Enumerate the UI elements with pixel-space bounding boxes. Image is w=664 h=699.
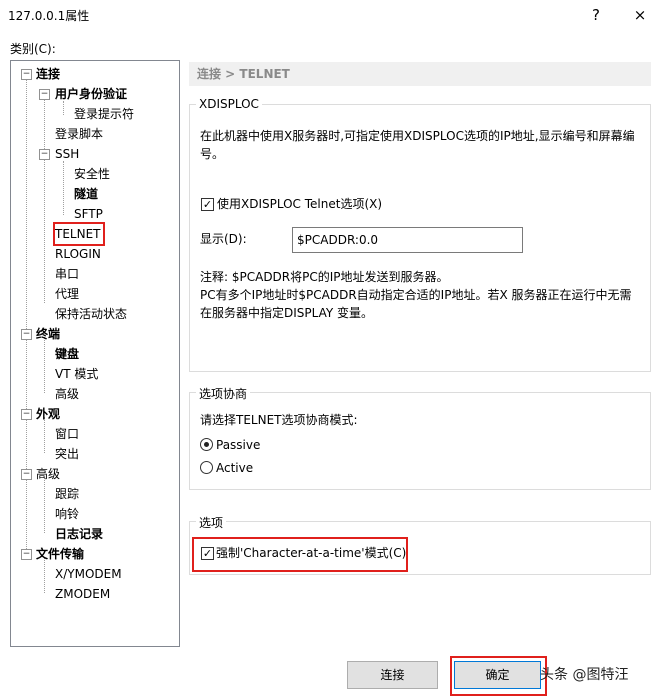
- tree-item-connection[interactable]: 连接: [36, 65, 60, 83]
- xdisploc-note: 注释: $PCADDR将PC的IP地址发送到服务器。: [200, 270, 449, 284]
- xdisploc-description: 在此机器中使用X服务器时,可指定使用XDISPLOC选项的IP地址,显示编号和屏…: [200, 129, 635, 143]
- tree-item-trace[interactable]: 跟踪: [55, 485, 79, 503]
- collapse-icon[interactable]: −: [39, 149, 50, 160]
- tree-item-keyboard[interactable]: 键盘: [55, 345, 79, 363]
- collapse-icon[interactable]: −: [21, 69, 32, 80]
- tree-item-tunnel[interactable]: 隧道: [74, 185, 98, 203]
- xdisploc-description: 号。: [200, 147, 225, 161]
- tree-item-appearance[interactable]: 外观: [36, 405, 60, 423]
- title-bar: 127.0.0.1属性 ? ×: [0, 0, 664, 30]
- tree-item-terminal[interactable]: 终端: [36, 325, 60, 343]
- collapse-icon[interactable]: −: [21, 409, 32, 420]
- tree-line: [44, 97, 45, 303]
- display-input[interactable]: $PCADDR:0.0: [292, 227, 523, 253]
- xdisploc-note: PC有多个IP地址时$PCADDR自动指定合适的IP地址。若X 服务器正在运行中…: [200, 288, 632, 302]
- tree-item-serial[interactable]: 串口: [55, 265, 79, 283]
- tree-item-terminal-advanced[interactable]: 高级: [55, 385, 79, 403]
- active-radio[interactable]: [200, 461, 213, 474]
- tree-item-ssh[interactable]: SSH: [55, 145, 79, 163]
- tree-item-user-auth[interactable]: 用户身份验证: [55, 85, 127, 103]
- help-button[interactable]: ?: [574, 2, 618, 28]
- tree-item-advanced[interactable]: 高级: [36, 465, 60, 483]
- tree-line: [44, 337, 45, 393]
- tree-item-vt-mode[interactable]: VT 模式: [55, 365, 98, 383]
- tree-item-proxy[interactable]: 代理: [55, 285, 79, 303]
- tree-item-highlight[interactable]: 突出: [55, 445, 79, 463]
- xdisploc-checkbox-label[interactable]: 使用XDISPLOC Telnet选项(X): [217, 195, 382, 213]
- tree-line: [63, 161, 64, 215]
- tree-item-window[interactable]: 窗口: [55, 425, 79, 443]
- tree-item-security[interactable]: 安全性: [74, 165, 110, 183]
- collapse-icon[interactable]: −: [21, 549, 32, 560]
- tree-item-bell[interactable]: 响铃: [55, 505, 79, 523]
- radio-dot: [204, 442, 209, 447]
- tree-item-xymodem[interactable]: X/YMODEM: [55, 565, 122, 583]
- xdisploc-note: 在服务器中指定DISPLAY 变量。: [200, 306, 374, 320]
- tree-item-zmodem[interactable]: ZMODEM: [55, 585, 110, 603]
- collapse-icon[interactable]: −: [21, 469, 32, 480]
- tree-line: [44, 477, 45, 533]
- char-at-a-time-checkbox[interactable]: ✓: [201, 547, 214, 560]
- ok-button[interactable]: 确定: [454, 661, 541, 689]
- window-title: 127.0.0.1属性: [8, 9, 90, 23]
- negotiation-prompt: 请选择TELNET选项协商模式:: [200, 413, 358, 427]
- category-tree[interactable]: − − − − − − − 连接 用户身份验证 登录提示符 登录脚本 SSH 安…: [10, 60, 180, 647]
- tree-item-file-transfer[interactable]: 文件传输: [36, 545, 84, 563]
- options-group-title: 选项: [196, 514, 227, 531]
- active-label[interactable]: Active: [216, 459, 253, 477]
- watermark: 头条 @图特汪: [540, 667, 629, 683]
- tree-item-login-script[interactable]: 登录脚本: [55, 125, 103, 143]
- tree-item-keepalive[interactable]: 保持活动状态: [55, 305, 127, 323]
- negotiation-group-title: 选项协商: [196, 385, 251, 402]
- close-button[interactable]: ×: [618, 2, 662, 28]
- char-at-a-time-label[interactable]: 强制'Character-at-a-time'模式(C): [216, 544, 406, 562]
- xdisploc-group-title: XDISPLOC: [196, 97, 262, 111]
- category-label: 类别(C):: [10, 42, 56, 56]
- tree-line: [63, 101, 64, 115]
- display-label: 显示(D):: [200, 232, 247, 246]
- xdisploc-checkbox[interactable]: ✓: [201, 198, 214, 211]
- passive-label[interactable]: Passive: [216, 436, 260, 454]
- tree-item-rlogin[interactable]: RLOGIN: [55, 245, 101, 263]
- tree-item-telnet[interactable]: TELNET: [55, 225, 101, 243]
- tree-item-login-prompt[interactable]: 登录提示符: [74, 105, 134, 123]
- collapse-icon[interactable]: −: [39, 89, 50, 100]
- tree-item-logging[interactable]: 日志记录: [55, 525, 103, 543]
- tree-item-sftp[interactable]: SFTP: [74, 205, 103, 223]
- tree-line: [26, 77, 27, 557]
- passive-radio[interactable]: [200, 438, 213, 451]
- collapse-icon[interactable]: −: [21, 329, 32, 340]
- connect-button[interactable]: 连接: [347, 661, 438, 689]
- breadcrumb: 连接 > TELNET: [189, 62, 651, 86]
